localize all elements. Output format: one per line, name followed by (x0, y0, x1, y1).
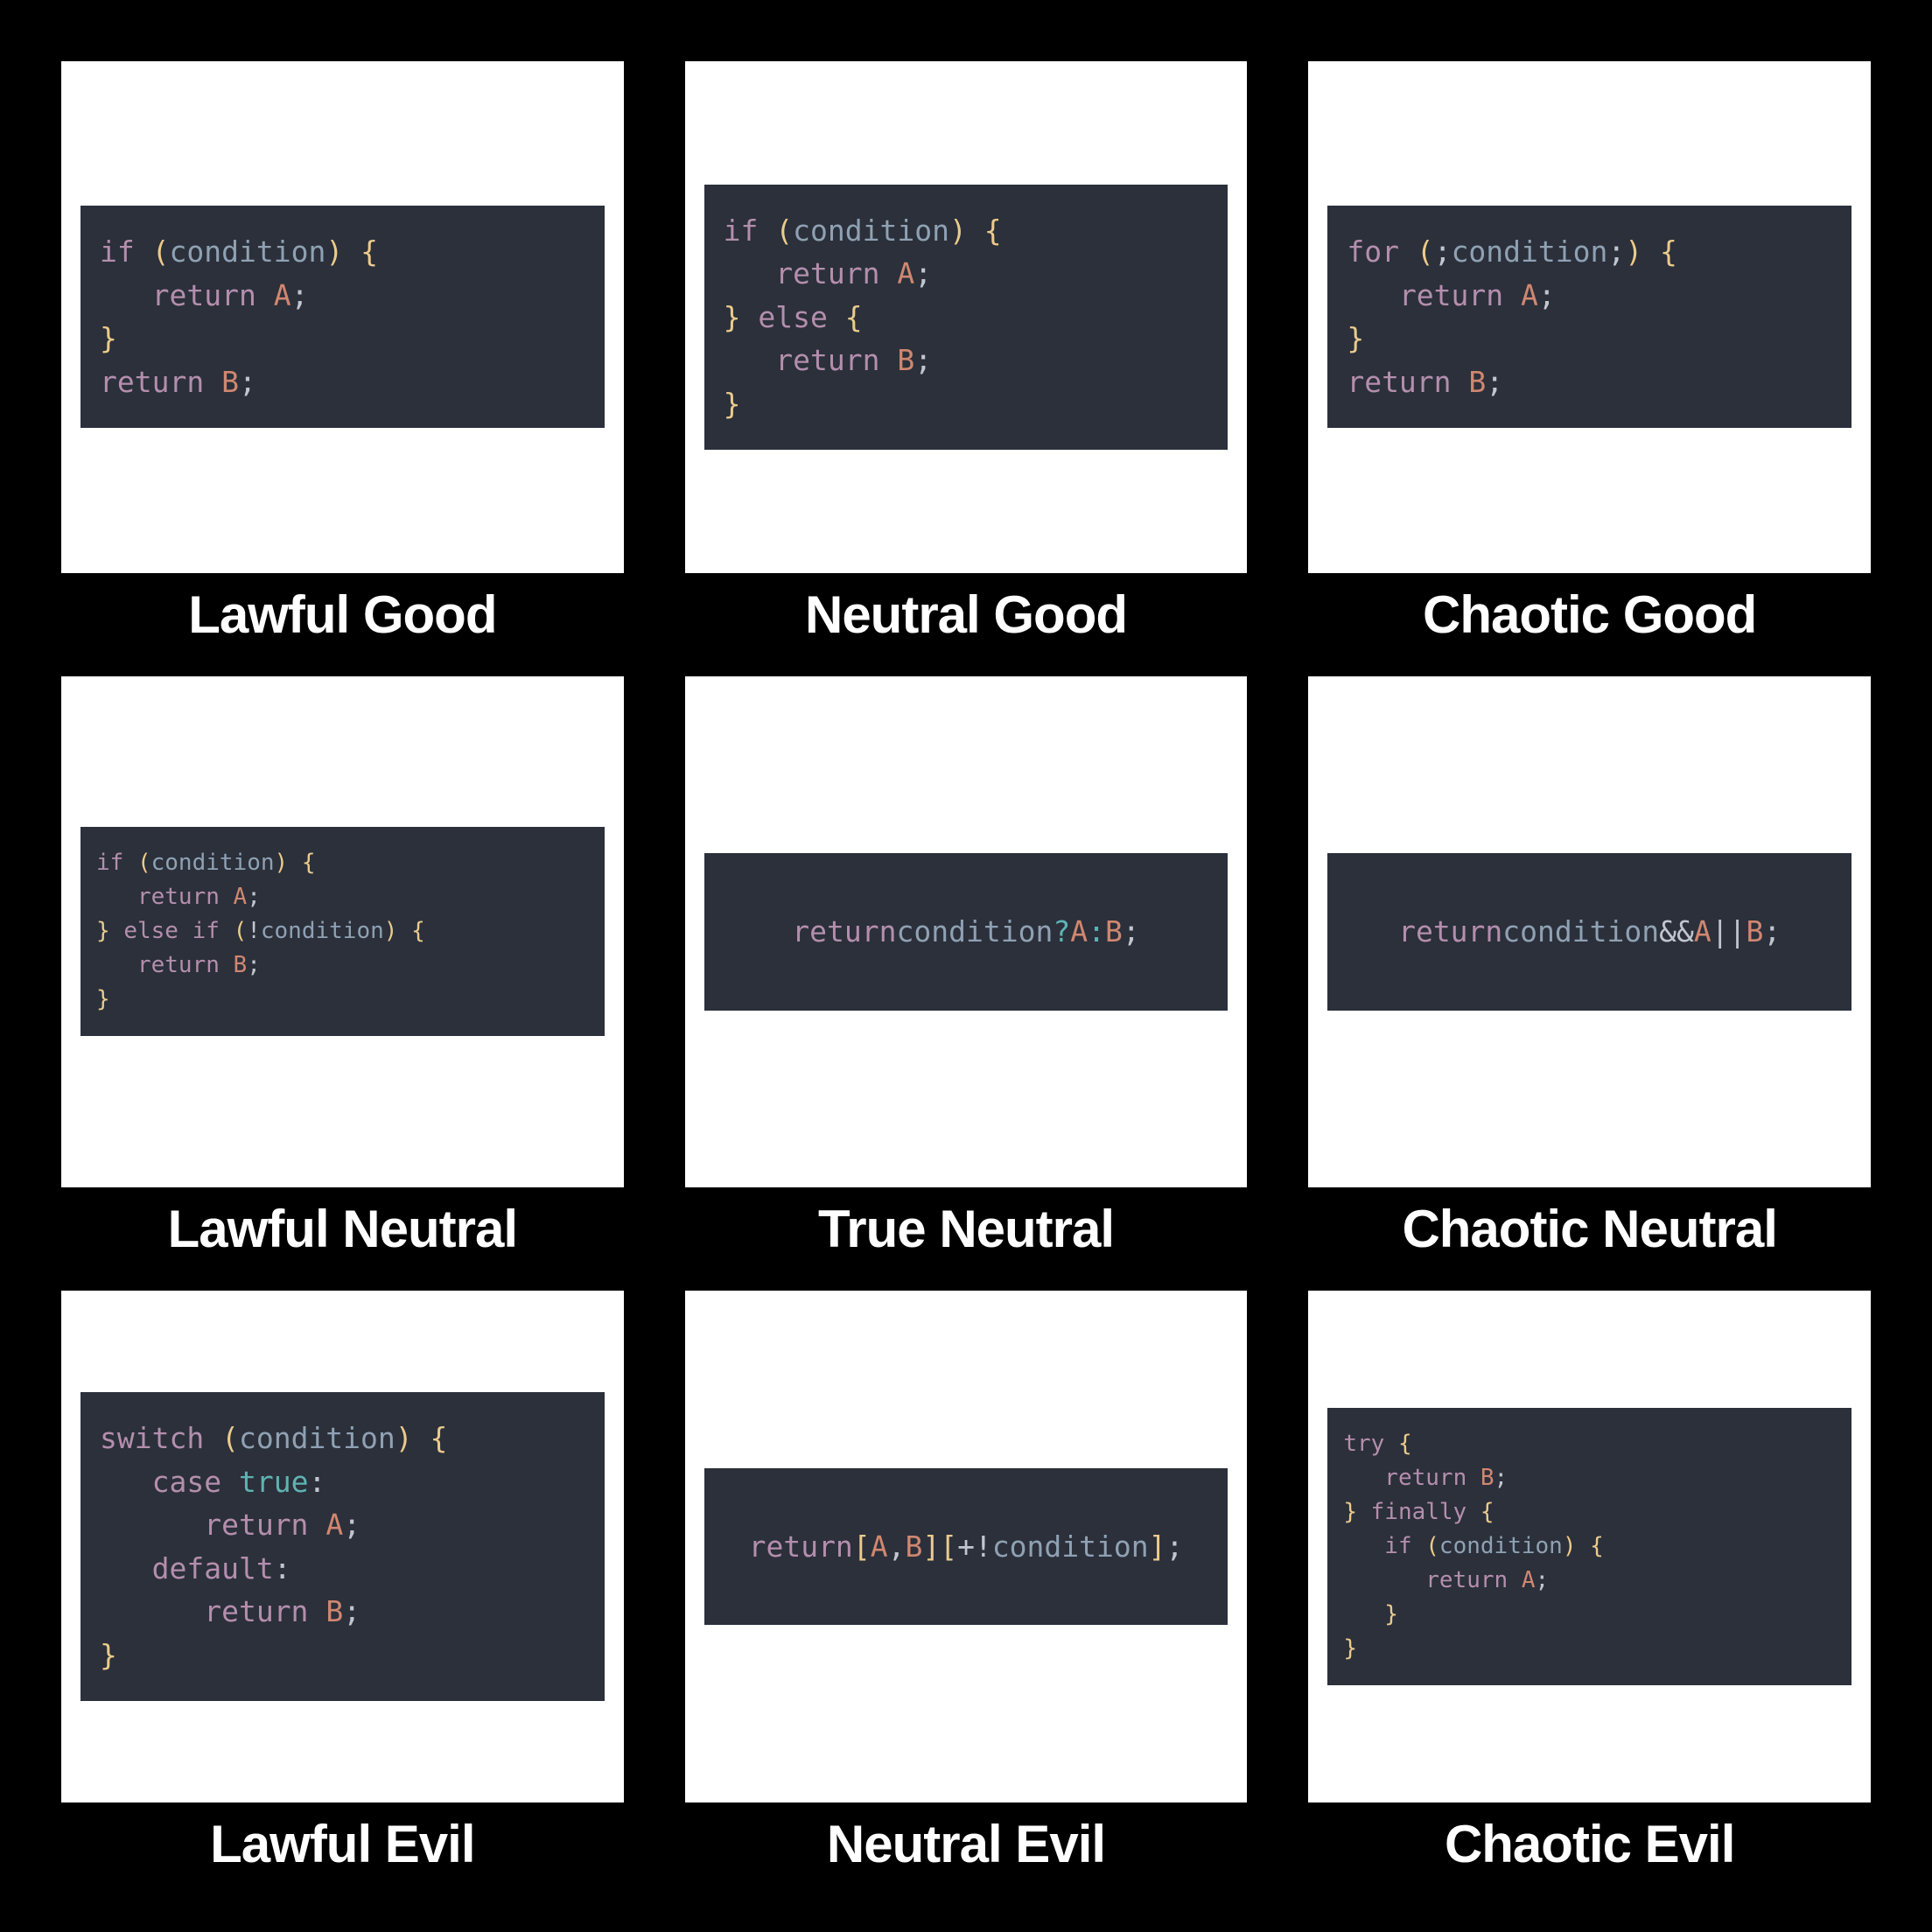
code-lawful-good: if (condition) { return A; } return B; (80, 206, 605, 428)
code-lawful-evil: switch (condition) { case true: return A… (80, 1392, 605, 1701)
panel-true-neutral: return condition ? A : B; (685, 676, 1248, 1188)
caption-chaotic-evil: Chaotic Evil (1308, 1818, 1871, 1871)
panel-chaotic-evil: try { return B; } finally { if (conditio… (1308, 1291, 1871, 1802)
code-true-neutral: return condition ? A : B; (704, 853, 1228, 1011)
code-neutral-evil: return [A, B][+!condition]; (704, 1468, 1228, 1626)
code-chaotic-good: for (;condition;) { return A; } return B… (1327, 206, 1852, 428)
cell-chaotic-evil: try { return B; } finally { if (conditio… (1308, 1291, 1871, 1871)
code-neutral-good: if (condition) { return A; } else { retu… (704, 185, 1228, 451)
panel-chaotic-neutral: return condition && A || B; (1308, 676, 1871, 1188)
code-chaotic-evil: try { return B; } finally { if (conditio… (1327, 1408, 1852, 1685)
cell-neutral-good: if (condition) { return A; } else { retu… (685, 61, 1248, 641)
caption-chaotic-neutral: Chaotic Neutral (1308, 1203, 1871, 1256)
cell-lawful-neutral: if (condition) { return A; } else if (!c… (61, 676, 624, 1256)
cell-lawful-evil: switch (condition) { case true: return A… (61, 1291, 624, 1871)
panel-lawful-neutral: if (condition) { return A; } else if (!c… (61, 676, 624, 1188)
caption-lawful-neutral: Lawful Neutral (61, 1203, 624, 1256)
caption-chaotic-good: Chaotic Good (1308, 589, 1871, 641)
cell-chaotic-neutral: return condition && A || B; Chaotic Neut… (1308, 676, 1871, 1256)
panel-neutral-evil: return [A, B][+!condition]; (685, 1291, 1248, 1802)
cell-neutral-evil: return [A, B][+!condition]; Neutral Evil (685, 1291, 1248, 1871)
caption-neutral-evil: Neutral Evil (685, 1818, 1248, 1871)
panel-chaotic-good: for (;condition;) { return A; } return B… (1308, 61, 1871, 573)
code-chaotic-neutral: return condition && A || B; (1327, 853, 1852, 1011)
caption-true-neutral: True Neutral (685, 1203, 1248, 1256)
panel-lawful-good: if (condition) { return A; } return B; (61, 61, 624, 573)
alignment-chart-grid: if (condition) { return A; } return B; L… (0, 0, 1932, 1932)
cell-true-neutral: return condition ? A : B; True Neutral (685, 676, 1248, 1256)
caption-neutral-good: Neutral Good (685, 589, 1248, 641)
panel-lawful-evil: switch (condition) { case true: return A… (61, 1291, 624, 1802)
cell-lawful-good: if (condition) { return A; } return B; L… (61, 61, 624, 641)
caption-lawful-evil: Lawful Evil (61, 1818, 624, 1871)
caption-lawful-good: Lawful Good (61, 589, 624, 641)
panel-neutral-good: if (condition) { return A; } else { retu… (685, 61, 1248, 573)
cell-chaotic-good: for (;condition;) { return A; } return B… (1308, 61, 1871, 641)
code-lawful-neutral: if (condition) { return A; } else if (!c… (80, 827, 605, 1036)
